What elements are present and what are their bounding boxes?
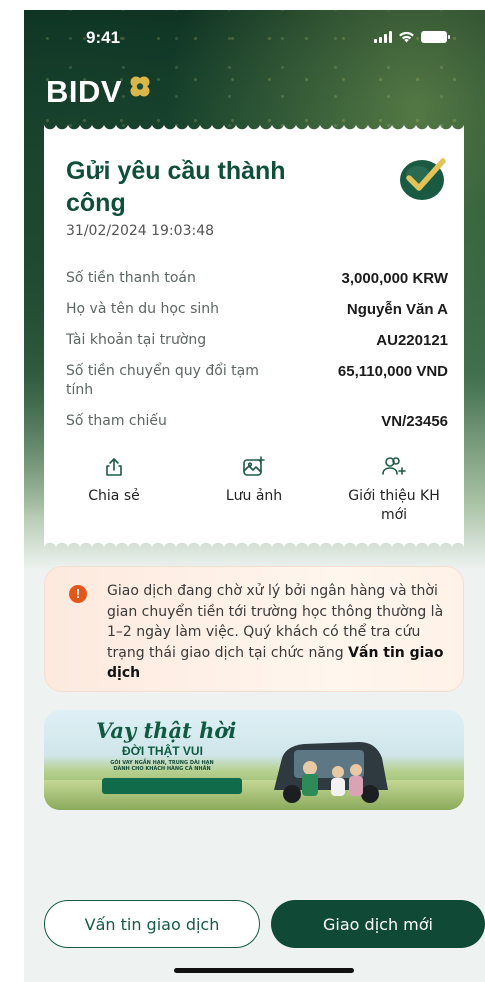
receipt-actions: Chia sẻ Lưu ảnh Giới thiệu KH mới — [44, 453, 464, 525]
detail-label: Số tham chiếu — [66, 413, 167, 429]
detail-value: Nguyễn Văn A — [346, 301, 448, 318]
detail-label: Tài khoản tại trường — [66, 332, 207, 348]
detail-value: VN/23456 — [381, 413, 448, 430]
banner-subtitle: GÓI VAY NGẮN HẠN, TRUNG DÀI HẠN DÀNH CHO… — [110, 760, 214, 772]
detail-value: 3,000,000 KRW — [341, 270, 448, 287]
battery-icon — [421, 31, 450, 43]
home-indicator[interactable] — [174, 968, 354, 973]
detail-label: Họ và tên du học sinh — [66, 301, 220, 317]
refer-customer-label: Giới thiệu KH mới — [348, 488, 440, 523]
page-title: Gửi yêu cầu thành công — [66, 157, 286, 217]
logo-text: BIDV — [46, 74, 123, 109]
save-image-label: Lưu ảnh — [225, 488, 283, 504]
new-transaction-button[interactable]: Giao dịch mới — [271, 900, 485, 948]
logo-mark-icon — [130, 76, 150, 97]
share-button[interactable]: Chia sẻ — [44, 453, 184, 525]
detail-list: Số tiền thanh toán 3,000,000 KRW Họ và t… — [66, 269, 448, 443]
detail-row-student-name: Họ và tên du học sinh Nguyễn Văn A — [66, 300, 448, 319]
detail-row-amount: Số tiền thanh toán 3,000,000 KRW — [66, 269, 448, 288]
banner-slogan-line1: Vay thật hời — [96, 718, 237, 743]
warning-icon: ! — [69, 585, 87, 603]
banner-info-strip — [102, 778, 242, 794]
app-screen: 9:41 BIDV Gửi yêu cầu thành công 31/02/2… — [24, 10, 485, 982]
detail-row-school-account: Tài khoản tại trường AU220121 — [66, 331, 448, 350]
add-user-icon — [381, 453, 407, 481]
detail-value: 65,110,000 VND — [337, 363, 448, 380]
status-bar: 9:41 — [24, 28, 485, 50]
processing-notice: ! Giao dịch đang chờ xử lý bởi ngân hàng… — [44, 566, 464, 692]
banner-slogan-line2: ĐỜI THẬT VUI — [122, 744, 203, 758]
bidv-logo: BIDV — [46, 74, 155, 110]
receipt-card: Gửi yêu cầu thành công 31/02/2024 19:03:… — [44, 123, 464, 549]
save-image-icon — [242, 453, 266, 481]
status-time: 9:41 — [86, 28, 121, 47]
status-icons — [374, 31, 450, 43]
refer-customer-button[interactable]: Giới thiệu KH mới — [324, 453, 464, 525]
promo-banner[interactable]: Vay thật hời ĐỜI THẬT VUI GÓI VAY NGẮN H… — [44, 710, 464, 810]
share-label: Chia sẻ — [88, 488, 140, 504]
family-car-illustration — [274, 742, 388, 803]
success-check-icon — [400, 158, 446, 200]
detail-label: Số tiền thanh toán — [66, 270, 196, 286]
detail-value: AU220121 — [376, 332, 448, 349]
detail-label: Số tiền chuyển quy đổi tạm tính — [66, 363, 259, 398]
share-icon — [103, 453, 125, 481]
wifi-icon — [399, 31, 414, 43]
detail-row-converted-amount: Số tiền chuyển quy đổi tạm tính 65,110,0… — [66, 362, 448, 400]
notice-text: Giao dịch đang chờ xử lý bởi ngân hàng v… — [107, 581, 449, 684]
transaction-datetime: 31/02/2024 19:03:48 — [66, 223, 215, 239]
inquiry-button[interactable]: Vấn tin giao dịch — [44, 900, 260, 948]
detail-row-reference: Số tham chiếu VN/23456 — [66, 412, 448, 431]
signal-icon — [374, 31, 392, 43]
save-image-button[interactable]: Lưu ảnh — [184, 453, 324, 525]
